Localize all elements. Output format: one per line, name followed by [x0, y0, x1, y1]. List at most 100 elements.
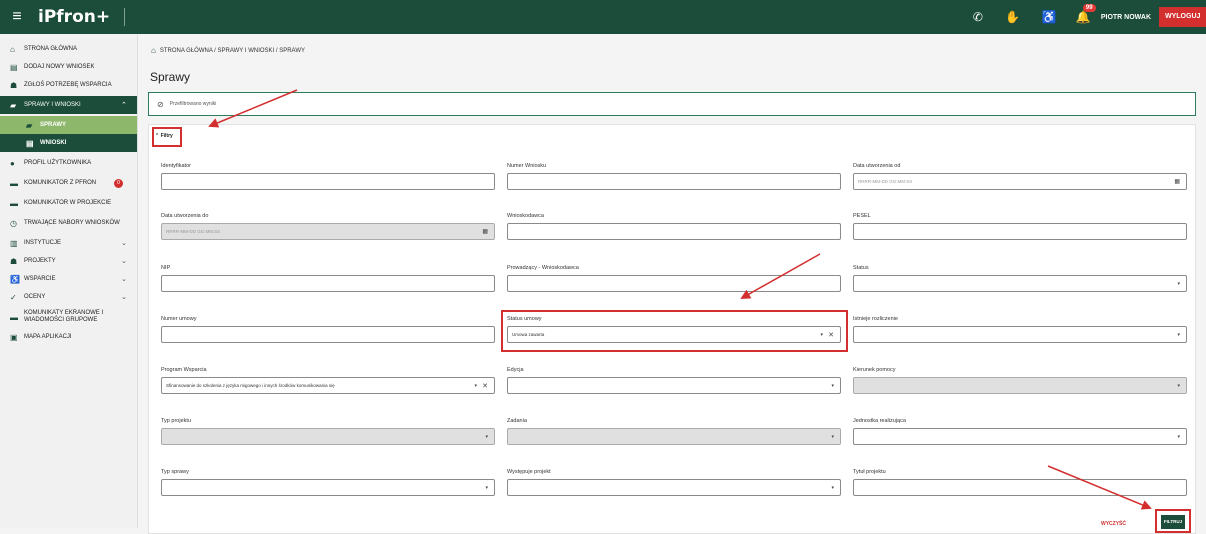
dropdown-arrow-icon: ▾ [831, 382, 834, 389]
divider [124, 8, 126, 26]
home-icon[interactable]: ⌂ [151, 46, 156, 55]
edition-select[interactable]: ▾ [507, 377, 841, 394]
settlement-exists-select[interactable]: ▾ [853, 326, 1187, 343]
clear-icon[interactable]: ✕ [482, 382, 488, 390]
briefcase-icon: ▰ [26, 120, 33, 130]
dropdown-arrow-icon: ▾ [485, 484, 488, 491]
notification-badge: 99 [1082, 4, 1096, 12]
dropdown-arrow-icon: ▾ [831, 433, 834, 440]
dropdown-arrow-icon: ▾ [1177, 331, 1180, 338]
filter-banner: ⊘ Przefiltrowano wyniki [148, 92, 1196, 116]
implementing-unit-field: Jednostka realizująca ▾ [853, 418, 1187, 445]
clear-button[interactable]: WYCZYŚĆ [1101, 521, 1126, 527]
top-bar: ≡ iPfron+ ✆ ✋ ♿ 🔔 99 PIOTR NOWAK WYLOGUJ [0, 0, 1206, 34]
project-title-input[interactable] [853, 479, 1187, 496]
sidebar-item-projects[interactable]: ☗ PROJEKTY ⌄ [0, 252, 137, 270]
sidebar-item-ratings[interactable]: ✓ OCENY ⌄ [0, 288, 137, 306]
logout-button[interactable]: WYLOGUJ [1159, 7, 1206, 27]
created-to-field: Data utworzenia do RRRR-MM-DD GG:MM:SS ▦ [161, 213, 495, 240]
document-icon: ▤ [10, 62, 18, 72]
sidebar-item-cases-applications[interactable]: ▰ SPRAWY I WNIOSKI ⌃ [0, 96, 137, 114]
accessibility-icon[interactable]: ♿ [1042, 10, 1057, 24]
check-icon: ✓ [10, 292, 17, 302]
breadcrumb: ⌂ STRONA GŁÓWNA / SPRAWY I WNIOSKI / SPRA… [151, 46, 305, 55]
chat-icon: ▬ [10, 198, 18, 208]
message-icon: ▬ [10, 312, 18, 322]
briefcase-icon: ▰ [10, 100, 17, 110]
case-type-field: Typ sprawy ▾ [161, 469, 495, 496]
bell-icon[interactable]: 🔔 99 [1076, 4, 1096, 24]
aid-direction-field: Kierunek pomocy ▾ [853, 367, 1187, 394]
application-number-input[interactable] [507, 173, 841, 190]
sidebar: ⌂ STRONA GŁÓWNA ▤ DODAJ NOWY WNIOSEK ☗ ZGŁO… [0, 34, 138, 528]
tasks-select[interactable]: ▾ [507, 428, 841, 445]
chevron-up-icon: ⌃ [121, 102, 127, 109]
annotation-box [152, 127, 182, 147]
sidebar-item-open-calls[interactable]: ◷ TRWAJĄCE NABORY WNIOSKÓW [0, 212, 137, 234]
dropdown-arrow-icon: ▾ [831, 484, 834, 491]
identifier-input[interactable] [161, 173, 495, 190]
sidebar-item-institutions[interactable]: ▥ INSTYTUCJE ⌄ [0, 234, 137, 252]
people-icon: ☗ [10, 80, 18, 90]
pesel-input[interactable] [853, 223, 1187, 240]
sidebar-item-report-need[interactable]: ☗ ZGŁOŚ POTRZEBĘ WSPARCIA [0, 76, 137, 94]
sidebar-item-cases[interactable]: ▰ SPRAWY [0, 116, 137, 134]
project-exists-select[interactable]: ▾ [507, 479, 841, 496]
page-title: Sprawy [150, 70, 191, 84]
dropdown-arrow-icon: ▾ [1177, 382, 1180, 389]
sidebar-item-pfron-messenger[interactable]: ▬ KOMUNIKATOR Z PFRON 0 [0, 172, 137, 194]
calendar-icon[interactable]: ▦ [1174, 178, 1180, 185]
sidebar-item-app-map[interactable]: ▣ MAPA APLIKACJI [0, 328, 137, 346]
accessibility-icon: ♿ [10, 274, 20, 284]
sidebar-item-profile[interactable]: ● PROFIL UŻYTKOWNIKA [0, 154, 137, 172]
dropdown-arrow-icon: ▾ [1177, 433, 1180, 440]
annotation-box [501, 310, 848, 352]
sidebar-item-project-messenger[interactable]: ▬ KOMUNIKATOR W PROJEKCIE [0, 194, 137, 212]
phone-icon[interactable]: ✆ [973, 10, 983, 24]
app-logo[interactable]: iPfron+ [38, 7, 110, 27]
implementing-unit-select[interactable]: ▾ [853, 428, 1187, 445]
status-select[interactable]: ▾ [853, 275, 1187, 292]
tasks-field: Zadania ▾ [507, 418, 841, 445]
created-from-input[interactable]: RRRR-MM-DD GG:MM:SS ▦ [853, 173, 1187, 190]
dropdown-arrow-icon[interactable]: ▾ [474, 383, 477, 389]
project-title-field: Tytuł projektu [853, 469, 1187, 496]
sidebar-item-screen-messages[interactable]: ▬ KOMUNIKATY EKRANOWE I WIADOMOŚCI GRUPOW… [0, 306, 137, 328]
project-exists-field: Występuje projekt ▾ [507, 469, 841, 496]
clock-icon: ◷ [10, 218, 17, 228]
chevron-down-icon: ⌄ [121, 276, 127, 283]
dropdown-arrow-icon: ▾ [1177, 280, 1180, 287]
applicant-field: Wnioskodawca [507, 213, 841, 240]
contract-number-input[interactable] [161, 326, 495, 343]
case-type-select[interactable]: ▾ [161, 479, 495, 496]
pesel-field: PESEL [853, 213, 1187, 240]
created-to-input[interactable]: RRRR-MM-DD GG:MM:SS ▦ [161, 223, 495, 240]
applicant-input[interactable] [507, 223, 841, 240]
chevron-down-icon: ⌄ [121, 240, 127, 247]
user-name[interactable]: PIOTR NOWAK [1101, 14, 1151, 21]
chat-icon: ▬ [10, 178, 18, 188]
map-icon: ▣ [10, 332, 18, 342]
aid-direction-select[interactable]: ▾ [853, 377, 1187, 394]
edition-field: Edycja ▾ [507, 367, 841, 394]
sidebar-item-home[interactable]: ⌂ STRONA GŁÓWNA [0, 40, 137, 58]
chevron-down-icon: ⌄ [121, 294, 127, 301]
handler-input[interactable] [507, 275, 841, 292]
status-field: Status ▾ [853, 265, 1187, 292]
sign-language-icon[interactable]: ✋ [1005, 10, 1020, 24]
sidebar-item-applications[interactable]: ▤ WNIOSKI [0, 134, 137, 152]
sidebar-item-add-application[interactable]: ▤ DODAJ NOWY WNIOSEK [0, 58, 137, 76]
nip-input[interactable] [161, 275, 495, 292]
unread-badge: 0 [114, 178, 123, 188]
project-type-select[interactable]: ▾ [161, 428, 495, 445]
home-icon: ⌂ [10, 44, 15, 54]
menu-icon[interactable]: ≡ [2, 8, 32, 26]
check-circle-icon: ⊘ [157, 99, 164, 109]
nip-field: NIP [161, 265, 495, 292]
support-program-select[interactable]: Sfinansowanie do szkolenia z języka migo… [161, 377, 495, 394]
user-icon: ● [10, 158, 15, 168]
sidebar-item-support[interactable]: ♿ WSPARCIE ⌄ [0, 270, 137, 288]
support-program-field: Program Wsparcia Sfinansowanie do szkole… [161, 367, 495, 394]
top-actions: ✆ ✋ ♿ 🔔 99 PIOTR NOWAK WYLOGUJ [962, 0, 1206, 34]
calendar-icon[interactable]: ▦ [482, 228, 488, 235]
